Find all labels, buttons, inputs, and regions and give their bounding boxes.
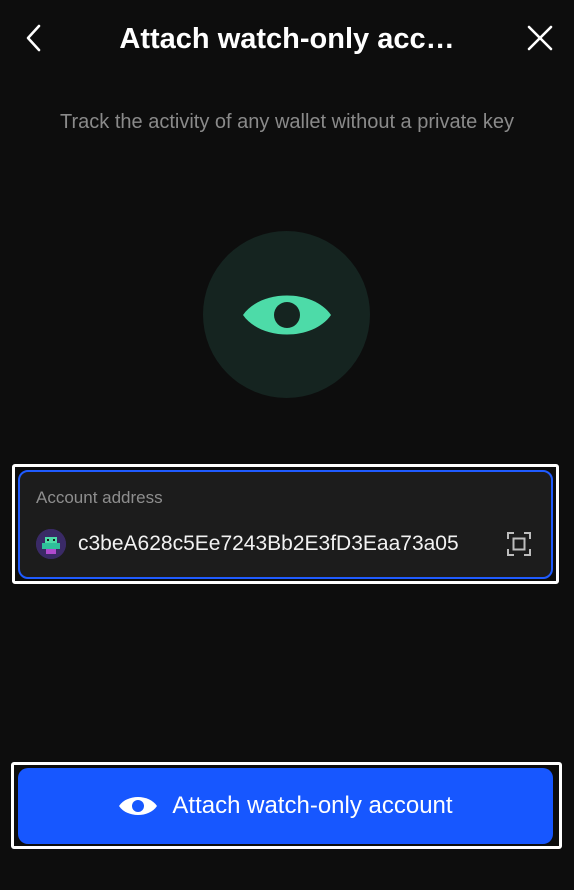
- account-address-row: [36, 528, 536, 560]
- account-avatar-icon: [36, 529, 66, 559]
- eye-icon: [242, 295, 331, 334]
- header: Attach watch-only acc…: [0, 0, 574, 78]
- page-title: Attach watch-only acc…: [119, 23, 455, 55]
- close-button[interactable]: [520, 18, 560, 58]
- attach-watch-only-account-button[interactable]: Attach watch-only account: [18, 768, 553, 844]
- close-icon: [527, 25, 553, 51]
- account-address-field[interactable]: Account address: [18, 470, 553, 579]
- account-address-input[interactable]: [78, 528, 498, 560]
- scan-qr-icon: [507, 532, 531, 556]
- chevron-left-icon: [26, 24, 41, 52]
- page-subtitle: Track the activity of any wallet without…: [60, 111, 514, 133]
- back-button[interactable]: [14, 18, 54, 58]
- eye-icon: [119, 797, 158, 815]
- account-address-label: Account address: [36, 488, 163, 507]
- attach-watch-only-account-label: Attach watch-only account: [172, 792, 453, 819]
- hero-eye-badge: [203, 231, 370, 398]
- scan-qr-button[interactable]: [506, 531, 532, 557]
